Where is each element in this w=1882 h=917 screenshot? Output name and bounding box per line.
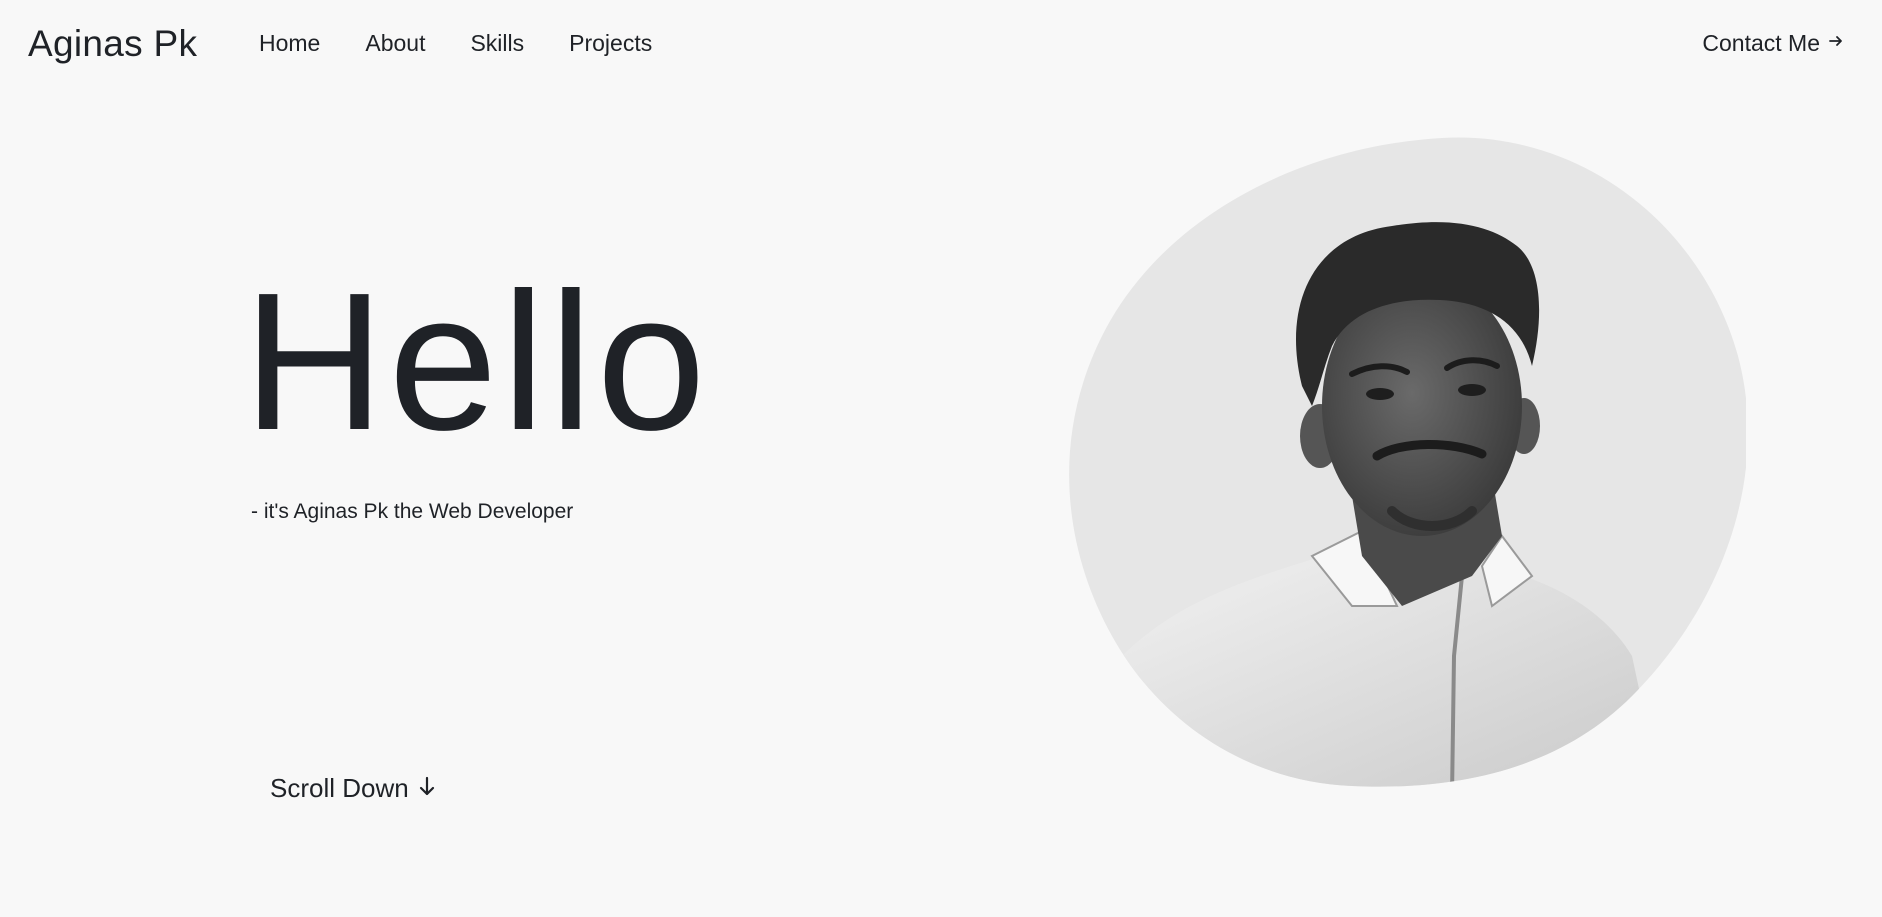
landing-page: Aginas Pk Home About Skills Projects Con… <box>0 0 1882 917</box>
site-header: Aginas Pk Home About Skills Projects Con… <box>0 0 1882 86</box>
contact-me-link[interactable]: Contact Me <box>1702 26 1844 60</box>
contact-me-label: Contact Me <box>1702 30 1820 56</box>
nav-about-link[interactable]: About <box>365 26 425 60</box>
profile-photo <box>1062 136 1746 788</box>
arrow-down-icon <box>417 770 437 806</box>
main-nav: Home About Skills Projects <box>259 26 697 60</box>
nav-skills-link[interactable]: Skills <box>470 26 524 60</box>
nav-home-link[interactable]: Home <box>259 26 320 60</box>
hero-title: Hello <box>243 252 710 471</box>
scroll-down-label: Scroll Down <box>270 773 409 803</box>
nav-projects-link[interactable]: Projects <box>569 26 652 60</box>
hero-tagline: - it's Aginas Pk the Web Developer <box>251 500 574 523</box>
site-logo[interactable]: Aginas Pk <box>28 20 197 68</box>
scroll-down-button[interactable]: Scroll Down <box>270 770 437 806</box>
arrow-right-icon <box>1828 26 1844 60</box>
